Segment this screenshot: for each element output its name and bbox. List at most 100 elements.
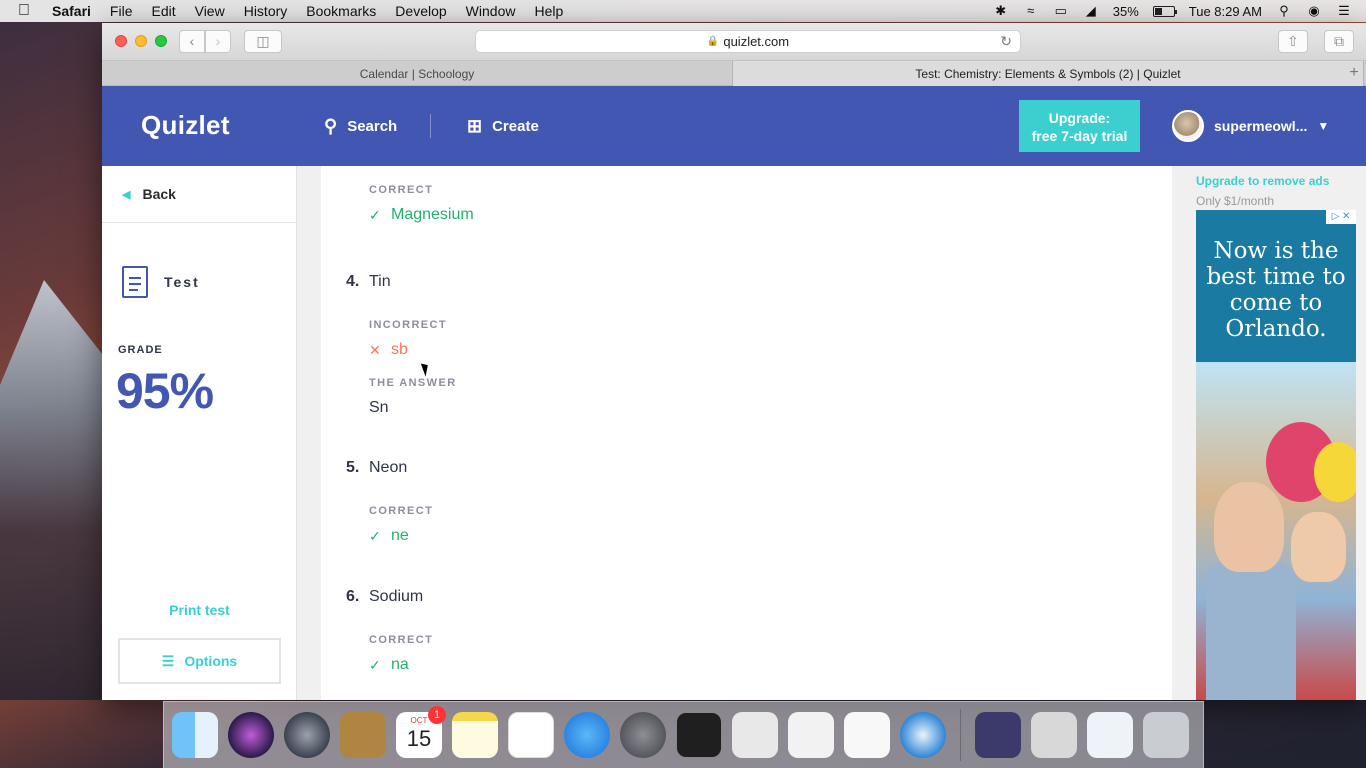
- answer-section: CORRECT ✓ ne: [369, 505, 433, 545]
- contacts-icon[interactable]: [340, 712, 386, 758]
- reminders-icon[interactable]: [508, 712, 554, 758]
- user-answer: ✕ sb: [369, 341, 457, 359]
- checkmark-icon: ✓: [369, 206, 381, 223]
- forward-arrow-icon[interactable]: ›: [205, 30, 231, 53]
- app-store-icon[interactable]: [564, 712, 610, 758]
- bluetooth-icon[interactable]: ✱: [993, 4, 1009, 18]
- address-bar[interactable]: 🔒 quizlet.com ↻: [475, 30, 1021, 53]
- answer-text: Magnesium: [391, 206, 474, 223]
- test-results[interactable]: CORRECT ✓ Magnesium 4. Tin INCORRECT ✕ s…: [321, 166, 1172, 700]
- user-answer: ✓ Magnesium: [369, 206, 474, 224]
- book-icon[interactable]: [975, 712, 1021, 758]
- search-icon: ⚲: [324, 116, 338, 136]
- reload-icon[interactable]: ↻: [1000, 33, 1012, 50]
- answer-label: THE ANSWER: [369, 377, 457, 389]
- upgrade-line1: Upgrade:: [1048, 110, 1111, 126]
- tab-schoology[interactable]: Calendar | Schoology: [102, 61, 733, 86]
- search-button[interactable]: ⚲ Search: [324, 116, 397, 137]
- upgrade-button[interactable]: Upgrade: free 7-day trial: [1019, 100, 1140, 152]
- back-arrow-icon[interactable]: ‹: [179, 30, 205, 53]
- notification-center-icon[interactable]: ☰: [1336, 4, 1352, 18]
- options-label: Options: [184, 653, 238, 669]
- launchpad-rocket-icon[interactable]: [284, 712, 330, 758]
- apple-menu-icon[interactable]: : [18, 2, 38, 20]
- downloads-folder-icon[interactable]: [1087, 712, 1133, 758]
- wifi-icon[interactable]: ≈: [1023, 4, 1039, 18]
- answer-text: na: [391, 656, 409, 673]
- create-button[interactable]: ⊞ Create: [467, 116, 539, 137]
- ad-price-text: Only $1/month: [1196, 194, 1275, 208]
- menu-history[interactable]: History: [244, 3, 288, 19]
- battery-percent[interactable]: 35%: [1113, 4, 1139, 19]
- remove-ads-link[interactable]: Upgrade to remove ads: [1196, 174, 1366, 188]
- menu-edit[interactable]: Edit: [151, 3, 175, 19]
- calendar-icon[interactable]: OCT 15 1: [396, 706, 446, 758]
- dock-separator: [960, 709, 961, 761]
- browser-toolbar: ‹ › ◫ 🔒 quizlet.com ↻ ⇧ ⧉: [102, 23, 1366, 61]
- menu-window[interactable]: Window: [466, 3, 516, 19]
- question-5: 5. Neon CORRECT ✓ ne: [346, 459, 433, 545]
- minimize-window-button[interactable]: [135, 35, 147, 47]
- script-editor-icon[interactable]: [732, 712, 778, 758]
- sliders-icon: ☰: [161, 652, 175, 669]
- safari-compass-icon[interactable]: [900, 712, 946, 758]
- ad-choices-close-icon[interactable]: ▷ ✕: [1326, 210, 1356, 224]
- finder-icon[interactable]: [172, 712, 218, 758]
- system-preferences-gear-icon[interactable]: [620, 712, 666, 758]
- menu-develop[interactable]: Develop: [395, 3, 446, 19]
- spotlight-search-icon[interactable]: ⚲: [1276, 4, 1292, 18]
- question-3-result: CORRECT ✓ Magnesium: [369, 184, 474, 224]
- page-content: ◀ Back Test GRADE 95% Print test ☰ Optio…: [102, 166, 1366, 700]
- close-window-button[interactable]: [115, 35, 127, 47]
- url-text: quizlet.com: [723, 34, 790, 49]
- volume-icon[interactable]: ◢: [1083, 4, 1099, 18]
- tab-quizlet-test[interactable]: Test: Chemistry: Elements & Symbols (2) …: [733, 61, 1364, 86]
- tab-bar: Calendar | Schoology Test: Chemistry: El…: [102, 61, 1366, 86]
- advertisement[interactable]: Now is the best time to come to Orlando.…: [1196, 210, 1356, 700]
- user-menu[interactable]: supermeowl... ▼: [1172, 110, 1329, 142]
- notes-icon[interactable]: [452, 712, 498, 758]
- correct-answer: Sn: [369, 399, 389, 416]
- battery-icon[interactable]: [1152, 5, 1177, 17]
- siri-icon[interactable]: ◉: [1306, 4, 1322, 18]
- options-button[interactable]: ☰ Options: [118, 638, 281, 684]
- share-icon[interactable]: ⇧: [1278, 30, 1308, 53]
- quizlet-logo[interactable]: Quizlet: [141, 110, 230, 141]
- menubar-clock[interactable]: Tue 8:29 AM: [1189, 4, 1262, 19]
- mode-indicator: Test: [122, 266, 200, 298]
- question-title: 5. Neon: [346, 459, 433, 477]
- checkmark-icon: ✓: [369, 656, 381, 673]
- question-6: 6. Sodium CORRECT ✓ na: [346, 588, 433, 674]
- sidebar-toggle-icon[interactable]: ◫: [244, 30, 282, 53]
- question-term: Neon: [369, 459, 408, 476]
- question-title: 6. Sodium: [346, 588, 433, 606]
- menu-view[interactable]: View: [195, 3, 225, 19]
- quizlet-header: Quizlet ⚲ Search ⊞ Create Upgrade: free …: [102, 86, 1366, 166]
- airplay-icon[interactable]: ▭: [1053, 4, 1069, 18]
- username: supermeowl...: [1214, 118, 1308, 134]
- menu-bookmarks[interactable]: Bookmarks: [306, 3, 376, 19]
- mode-label: Test: [164, 274, 200, 290]
- grapher-icon[interactable]: [788, 712, 834, 758]
- show-tabs-icon[interactable]: ⧉: [1324, 30, 1354, 53]
- trash-icon[interactable]: [1143, 712, 1189, 758]
- avatar: [1172, 110, 1204, 142]
- terminal-icon[interactable]: [676, 712, 722, 758]
- upgrade-line2: free 7-day trial: [1031, 128, 1128, 144]
- user-answer: ✓ na: [369, 656, 433, 674]
- question-4: 4. Tin INCORRECT ✕ sb THE ANSWER Sn: [346, 273, 457, 417]
- menu-file[interactable]: File: [110, 3, 133, 19]
- print-test-link[interactable]: Print test: [102, 602, 297, 618]
- back-button[interactable]: ◀ Back: [102, 166, 296, 223]
- unknown-app-question-icon[interactable]: [1031, 712, 1077, 758]
- search-label: Search: [347, 118, 398, 135]
- ad-headline: Now is the best time to come to Orlando.: [1196, 210, 1356, 362]
- new-tab-plus-icon[interactable]: +: [1342, 61, 1366, 86]
- textedit-icon[interactable]: [844, 712, 890, 758]
- fullscreen-window-button[interactable]: [155, 35, 167, 47]
- siri-icon[interactable]: [228, 712, 274, 758]
- menu-help[interactable]: Help: [534, 3, 563, 19]
- question-number: 4.: [346, 273, 360, 290]
- calendar-day: 15: [406, 726, 432, 751]
- menu-app-name[interactable]: Safari: [52, 3, 91, 19]
